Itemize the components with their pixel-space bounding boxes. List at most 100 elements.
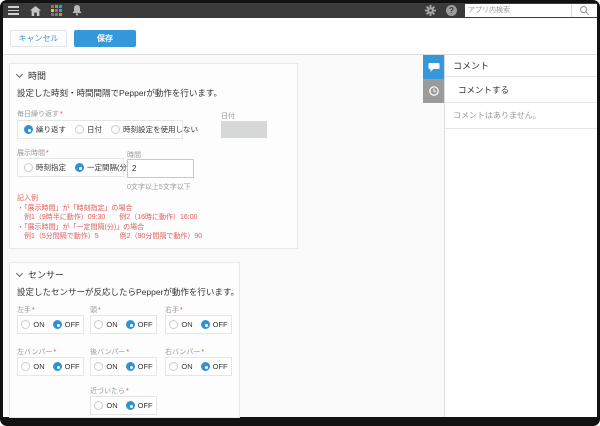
chevron-down-icon	[16, 270, 23, 277]
comments-empty-message: コメントはありません。	[445, 103, 597, 129]
gear-icon[interactable]	[424, 3, 436, 18]
left-bumper-toggle: ON OFF	[17, 357, 84, 376]
repeat-radio-group: 繰り返す 日付 時刻設定を使用しない	[17, 120, 183, 139]
head-label: 頭*	[90, 305, 101, 315]
radio-icon	[75, 125, 84, 134]
search-input[interactable]	[465, 4, 571, 17]
date-field-disabled	[221, 121, 267, 138]
sensor-section-header[interactable]: センサー	[17, 268, 64, 281]
comments-tab[interactable]	[423, 55, 444, 79]
radio-icon	[94, 401, 103, 410]
toggle-off-option[interactable]: OFF	[53, 362, 80, 371]
history-icon	[428, 85, 440, 97]
toggle-on-option[interactable]: ON	[21, 362, 44, 371]
app-window: ? キャンセル 保存 時間 設定した時刻・時間間隔でPepperが動作を行います…	[0, 0, 600, 426]
back-bumper-toggle: ON OFF	[90, 357, 157, 376]
chat-bubble-icon	[428, 62, 440, 73]
radio-icon	[169, 320, 178, 329]
radio-icon	[24, 163, 33, 172]
toggle-on-option[interactable]: ON	[94, 320, 117, 329]
time-section-title: 時間	[28, 69, 46, 82]
toggle-on-option[interactable]: ON	[94, 401, 117, 410]
radio-selected-icon	[126, 362, 135, 371]
duration-hint: 0文字以上5文字以下	[127, 182, 191, 192]
radio-selected-icon	[201, 362, 210, 371]
record-content: 時間 設定した時刻・時間間隔でPepperが動作を行います。 毎日繰り返す* 繰…	[3, 55, 597, 417]
add-comment-link[interactable]: コメントする	[445, 77, 597, 103]
apps-grid-icon[interactable]	[50, 5, 62, 17]
radio-option-repeat[interactable]: 繰り返す	[24, 124, 66, 135]
radio-selected-icon	[53, 362, 62, 371]
radio-option-no-time-setting[interactable]: 時刻設定を使用しない	[111, 124, 198, 135]
left-hand-label: 左手*	[17, 305, 35, 315]
radio-icon	[169, 362, 178, 371]
right-bumper-toggle: ON OFF	[165, 357, 232, 376]
radio-selected-icon	[126, 401, 135, 410]
top-navigation-bar: ?	[3, 3, 597, 18]
comments-panel: コメント コメントする コメントはありません。	[444, 55, 597, 417]
time-section-description: 設定した時刻・時間間隔でPepperが動作を行います。	[17, 87, 222, 99]
example-line: 例1（5分間隔で動作）5 例2（90分間隔で動作）90	[17, 232, 202, 242]
approached-toggle: ON OFF	[90, 396, 157, 415]
radio-option-time-specified[interactable]: 時刻指定	[24, 162, 66, 173]
display-time-radio-group: 時刻指定 一定間隔(分)	[17, 158, 124, 177]
bell-icon[interactable]	[71, 3, 82, 18]
record-toolbar: キャンセル 保存	[3, 18, 597, 55]
required-asterisk: *	[46, 150, 49, 157]
time-section-header[interactable]: 時間	[17, 69, 46, 82]
required-asterisk: *	[60, 111, 63, 118]
example-line: ・「展示時間」が「時刻指定」の場合	[17, 204, 202, 214]
right-hand-toggle: ON OFF	[165, 315, 232, 334]
home-icon[interactable]	[29, 3, 41, 18]
back-bumper-label: 後バンパー*	[90, 347, 129, 357]
example-title: 記入例	[17, 194, 202, 204]
toggle-on-option[interactable]: ON	[21, 320, 44, 329]
left-hand-toggle: ON OFF	[17, 315, 84, 334]
radio-selected-icon	[24, 125, 33, 134]
right-bumper-label: 右バンパー*	[165, 347, 204, 357]
radio-icon	[94, 362, 103, 371]
app-search-box	[465, 4, 597, 17]
toggle-off-option[interactable]: OFF	[126, 320, 153, 329]
radio-selected-icon	[201, 320, 210, 329]
radio-option-date[interactable]: 日付	[75, 124, 102, 135]
chevron-down-icon	[16, 71, 23, 78]
help-icon[interactable]: ?	[446, 5, 457, 16]
radio-icon	[21, 362, 30, 371]
radio-icon	[111, 125, 120, 134]
display-time-field-label: 展示時間*	[17, 148, 49, 158]
sensor-section: センサー 設定したセンサーが反応したらPepperが動作を行います。 左手* O…	[9, 262, 240, 418]
cancel-button[interactable]: キャンセル	[10, 30, 67, 47]
sensor-section-title: センサー	[28, 268, 64, 281]
sensor-section-description: 設定したセンサーが反応したらPepperが動作を行います。	[17, 286, 239, 298]
right-hand-label: 右手*	[165, 305, 183, 315]
toggle-off-option[interactable]: OFF	[53, 320, 80, 329]
time-section: 時間 設定した時刻・時間間隔でPepperが動作を行います。 毎日繰り返す* 繰…	[9, 63, 298, 249]
toggle-on-option[interactable]: ON	[94, 362, 117, 371]
radio-option-fixed-interval[interactable]: 一定間隔(分)	[75, 162, 130, 173]
example-line: ・「展示時間」が「一定間隔(分)」の場合	[17, 223, 202, 233]
example-line: 例1（9時半に動作）09:30 例2（16時に動作）16:00	[17, 213, 202, 223]
menu-icon[interactable]	[7, 3, 19, 18]
toggle-off-option[interactable]: OFF	[201, 320, 228, 329]
radio-selected-icon	[75, 163, 84, 172]
radio-icon	[94, 320, 103, 329]
head-toggle: ON OFF	[90, 315, 157, 334]
approached-label: 近づいたら*	[90, 386, 129, 396]
toggle-off-option[interactable]: OFF	[126, 362, 153, 371]
radio-icon	[21, 320, 30, 329]
toggle-off-option[interactable]: OFF	[126, 401, 153, 410]
toggle-off-option[interactable]: OFF	[201, 362, 228, 371]
left-bumper-label: 左バンパー*	[17, 347, 56, 357]
toggle-on-option[interactable]: ON	[169, 362, 192, 371]
search-icon[interactable]	[571, 4, 597, 17]
toggle-on-option[interactable]: ON	[169, 320, 192, 329]
radio-selected-icon	[53, 320, 62, 329]
example-note: 記入例 ・「展示時間」が「時刻指定」の場合 例1（9時半に動作）09:30 例2…	[17, 194, 202, 242]
save-button[interactable]: 保存	[74, 30, 136, 47]
repeat-field-label: 毎日繰り返す*	[17, 109, 63, 119]
history-tab[interactable]	[423, 79, 444, 103]
duration-input[interactable]	[127, 159, 194, 178]
comments-panel-title: コメント	[445, 55, 597, 77]
date-field-label: 日付	[221, 111, 235, 121]
